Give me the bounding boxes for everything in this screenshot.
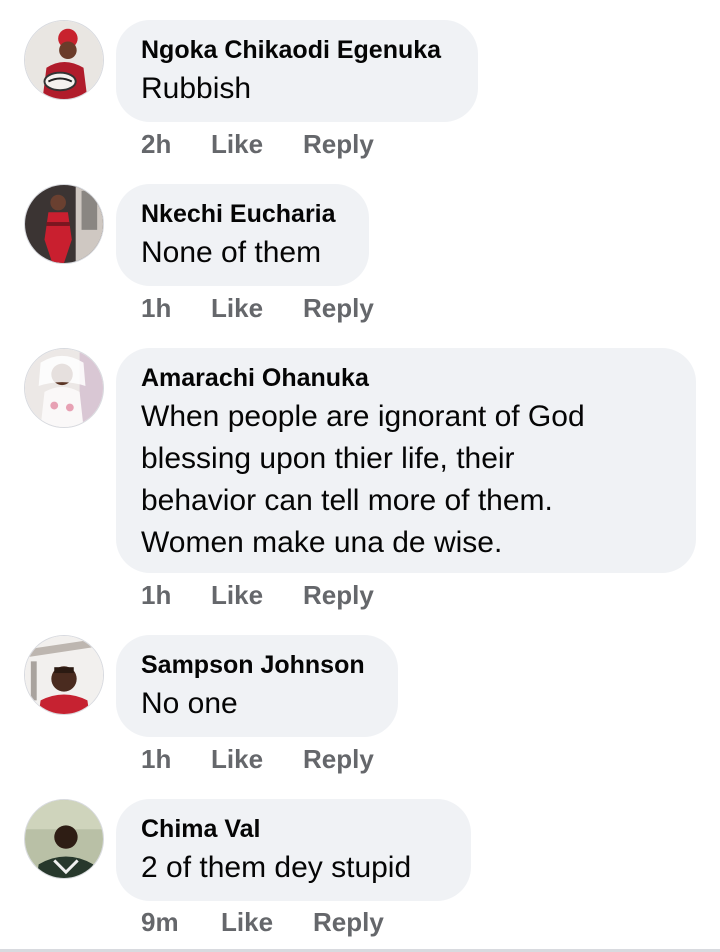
reply-button[interactable]: Reply — [303, 744, 374, 774]
like-button[interactable]: Like — [221, 907, 313, 937]
avatar[interactable] — [24, 184, 104, 264]
reply-button[interactable]: Reply — [303, 129, 374, 159]
comment-author[interactable]: Chima Val — [141, 813, 445, 845]
comment-actions: 1h Like Reply — [141, 293, 374, 323]
comment-actions: 1h Like Reply — [141, 744, 374, 774]
like-button[interactable]: Like — [211, 744, 303, 774]
comment-bubble: Nkechi Eucharia None of them — [116, 184, 369, 286]
comment-bubble: Ngoka Chikaodi Egenuka Rubbish — [116, 20, 478, 122]
like-button[interactable]: Like — [211, 129, 303, 159]
comment-text: No one — [141, 687, 238, 720]
comment-bubble: Sampson Johnson No one — [116, 635, 398, 737]
avatar[interactable] — [24, 799, 104, 879]
comment-author[interactable]: Sampson Johnson — [141, 649, 372, 681]
avatar[interactable] — [24, 635, 104, 715]
comment-text: Rubbish — [141, 72, 252, 105]
comment-text: None of them — [141, 236, 322, 269]
reply-button[interactable]: Reply — [303, 293, 374, 323]
comment-author[interactable]: Amarachi Ohanuka — [141, 362, 670, 394]
comment-timestamp[interactable]: 2h — [141, 129, 211, 159]
like-button[interactable]: Like — [211, 293, 303, 323]
comment-bubble: Amarachi Ohanuka When people are ignoran… — [116, 348, 696, 573]
comment-text: When people are ignorant of God blessing… — [141, 400, 585, 559]
comment-author[interactable]: Nkechi Eucharia — [141, 198, 343, 230]
avatar[interactable] — [24, 348, 104, 428]
comment-timestamp[interactable]: 1h — [141, 580, 211, 610]
comment-timestamp[interactable]: 1h — [141, 293, 211, 323]
comment-timestamp[interactable]: 1h — [141, 744, 211, 774]
comment-actions: 2h Like Reply — [141, 129, 374, 159]
comment-text: 2 of them dey stupid — [141, 851, 412, 884]
like-button[interactable]: Like — [211, 580, 303, 610]
reply-button[interactable]: Reply — [313, 907, 384, 937]
comment-timestamp[interactable]: 9m — [141, 907, 221, 937]
reply-button[interactable]: Reply — [303, 580, 374, 610]
comment-actions: 9m Like Reply — [141, 907, 384, 937]
avatar[interactable] — [24, 20, 104, 100]
comment-author[interactable]: Ngoka Chikaodi Egenuka — [141, 34, 452, 66]
comment-actions: 1h Like Reply — [141, 580, 374, 610]
comment-bubble: Chima Val 2 of them dey stupid — [116, 799, 471, 901]
